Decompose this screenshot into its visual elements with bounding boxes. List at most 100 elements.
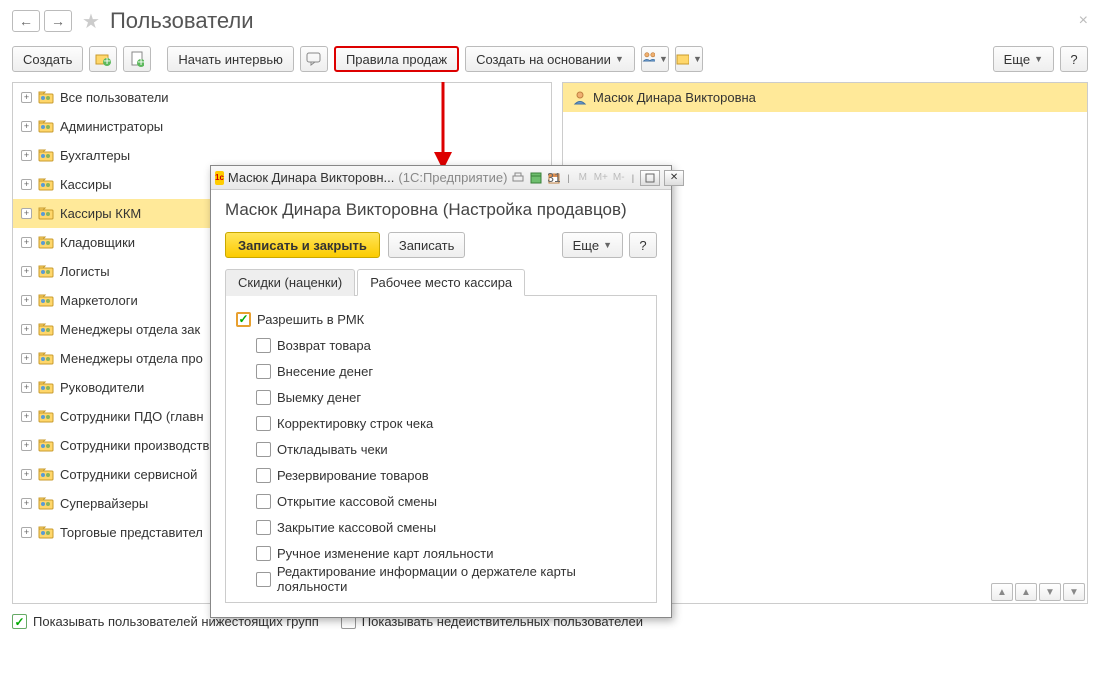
save-and-close-button[interactable]: Записать и закрыть [225, 232, 380, 258]
permission-label: Внесение денег [277, 364, 373, 379]
tree-item[interactable]: +Все пользователи [13, 83, 551, 112]
permission-label: Открытие кассовой смены [277, 494, 437, 509]
folder-people-icon [38, 177, 54, 191]
expand-icon[interactable]: + [21, 266, 32, 277]
help-button[interactable]: ? [1060, 46, 1088, 72]
tree-item-label: Кассиры [60, 177, 112, 192]
dialog-print-icon[interactable] [511, 171, 525, 185]
dropdown-arrow-icon: ▼ [615, 54, 624, 64]
dialog-calc-icon[interactable] [529, 171, 543, 185]
start-interview-button[interactable]: Начать интервью [167, 46, 294, 72]
list-nav-down[interactable]: ▼ [1039, 583, 1061, 601]
page-title: Пользователи [110, 8, 254, 34]
expand-icon[interactable]: + [21, 208, 32, 219]
expand-icon[interactable]: + [21, 353, 32, 364]
dialog-mminus-button[interactable]: M- [612, 171, 626, 185]
tab-discounts[interactable]: Скидки (наценки) [225, 269, 355, 296]
allow-rmk-label: Разрешить в РМК [257, 312, 364, 327]
tree-item-label: Менеджеры отдела про [60, 351, 203, 366]
permission-checkbox[interactable] [256, 364, 271, 379]
close-page-button[interactable]: × [1079, 12, 1088, 30]
nav-back-button[interactable]: ← [12, 10, 40, 32]
tree-item-label: Сотрудники сервисной [60, 467, 197, 482]
permission-checkbox[interactable] [256, 442, 271, 457]
expand-icon[interactable]: + [21, 527, 32, 538]
list-nav-up[interactable]: ▲ [1015, 583, 1037, 601]
folder-people-icon [38, 380, 54, 394]
folder-people-icon [38, 467, 54, 481]
dialog-m-button[interactable]: M [576, 171, 590, 185]
permission-checkbox[interactable] [256, 572, 271, 587]
folder-people-icon [38, 90, 54, 104]
dialog-more-button[interactable]: Еще ▼ [562, 232, 623, 258]
tree-item[interactable]: +Администраторы [13, 112, 551, 141]
folder-action-button[interactable]: ▼ [675, 46, 703, 72]
permission-checkbox[interactable] [256, 494, 271, 509]
show-subgroup-users-checkbox[interactable]: ✓ [12, 614, 27, 629]
tree-item-label: Маркетологи [60, 293, 138, 308]
tree-item-label: Логисты [60, 264, 110, 279]
sales-rules-button[interactable]: Правила продаж [334, 46, 459, 72]
permission-checkbox[interactable] [256, 520, 271, 535]
folder-people-icon [38, 525, 54, 539]
dialog-minimize-button[interactable] [640, 170, 660, 186]
dialog-heading: Масюк Динара Викторовна (Настройка прода… [225, 200, 657, 220]
folder-people-icon [38, 351, 54, 365]
folder-people-icon [38, 438, 54, 452]
more-button[interactable]: Еще ▼ [993, 46, 1054, 72]
tree-item-label: Торговые представител [60, 525, 203, 540]
dialog-calendar-icon[interactable]: 31 [547, 171, 561, 185]
tree-item-label: Кассиры ККМ [60, 206, 141, 221]
expand-icon[interactable]: + [21, 382, 32, 393]
save-button[interactable]: Записать [388, 232, 466, 258]
create-folder-button[interactable]: + [89, 46, 117, 72]
permission-checkbox[interactable] [256, 546, 271, 561]
dialog-title-app: (1С:Предприятие) [398, 170, 507, 185]
expand-icon[interactable]: + [21, 121, 32, 132]
tree-item-label: Сотрудники производств [60, 438, 209, 453]
folder-people-icon [38, 235, 54, 249]
permission-label: Выемку денег [277, 390, 361, 405]
folder-people-icon [38, 119, 54, 133]
group-action-button[interactable]: ▼ [641, 46, 669, 72]
selected-user-row[interactable]: Масюк Динара Викторовна [563, 83, 1087, 112]
svg-text:+: + [104, 53, 112, 66]
comment-button[interactable] [300, 46, 328, 72]
seller-settings-dialog: 1c Масюк Динара Викторовн... (1С:Предпри… [210, 165, 672, 618]
expand-icon[interactable]: + [21, 324, 32, 335]
list-nav-last[interactable]: ▼ [1063, 583, 1085, 601]
tree-item-label: Руководители [60, 380, 144, 395]
permission-checkbox[interactable] [256, 468, 271, 483]
create-item-button[interactable]: + [123, 46, 151, 72]
dialog-title-name: Масюк Динара Викторовн... [228, 170, 395, 185]
permission-checkbox[interactable] [256, 390, 271, 405]
app-1c-icon: 1c [215, 171, 224, 185]
favorite-star-icon[interactable]: ★ [82, 9, 100, 34]
list-nav-first[interactable]: ▲ [991, 583, 1013, 601]
create-button[interactable]: Создать [12, 46, 83, 72]
permission-label: Откладывать чеки [277, 442, 388, 457]
folder-people-icon [38, 322, 54, 336]
folder-people-icon [38, 264, 54, 278]
expand-icon[interactable]: + [21, 498, 32, 509]
dialog-mplus-button[interactable]: M+ [594, 171, 608, 185]
expand-icon[interactable]: + [21, 440, 32, 451]
expand-icon[interactable]: + [21, 411, 32, 422]
tree-item-label: Кладовщики [60, 235, 135, 250]
expand-icon[interactable]: + [21, 150, 32, 161]
tab-cashier-workplace[interactable]: Рабочее место кассира [357, 269, 525, 296]
dialog-close-button[interactable]: ✕ [664, 170, 684, 186]
expand-icon[interactable]: + [21, 237, 32, 248]
expand-icon[interactable]: + [21, 179, 32, 190]
permission-checkbox[interactable] [256, 338, 271, 353]
permission-checkbox[interactable] [256, 416, 271, 431]
svg-text:31: 31 [548, 172, 560, 184]
expand-icon[interactable]: + [21, 295, 32, 306]
nav-forward-button[interactable]: → [44, 10, 72, 32]
allow-rmk-checkbox[interactable]: ✓ [236, 312, 251, 327]
folder-people-icon [38, 496, 54, 510]
create-based-on-button[interactable]: Создать на основании ▼ [465, 46, 635, 72]
expand-icon[interactable]: + [21, 469, 32, 480]
dialog-help-button[interactable]: ? [629, 232, 657, 258]
expand-icon[interactable]: + [21, 92, 32, 103]
